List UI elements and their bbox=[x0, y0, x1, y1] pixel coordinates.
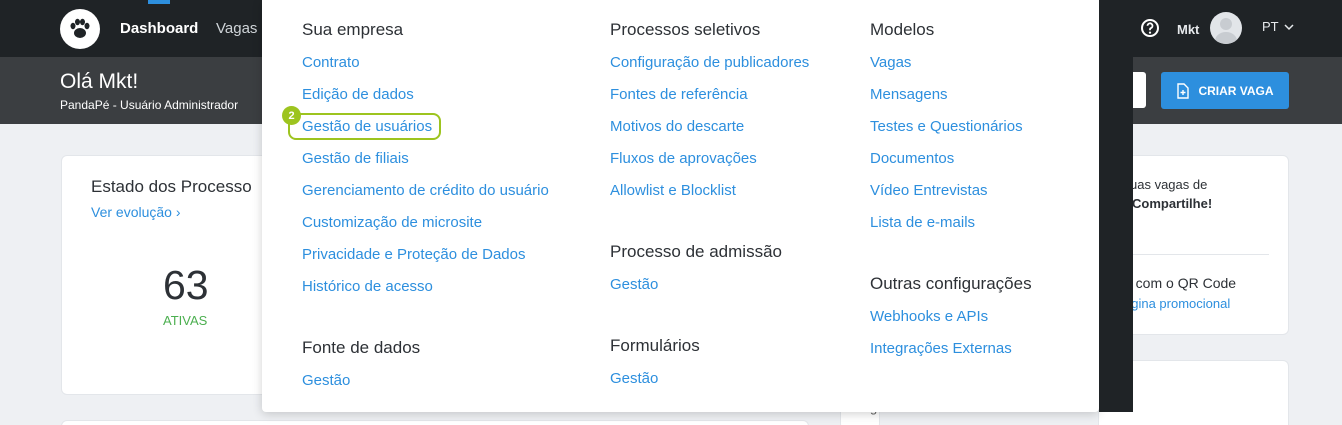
section-processos-seletivos: Processos seletivos bbox=[610, 20, 761, 39]
dropdown-side-strip bbox=[1099, 0, 1133, 412]
menu-documentos[interactable]: Documentos bbox=[870, 150, 954, 167]
stats-card-title: Estado dos Processo bbox=[91, 177, 252, 196]
promo-divider bbox=[1122, 254, 1269, 255]
menu-config-publicadores[interactable]: Configuração de publicadores bbox=[610, 54, 809, 71]
menu-modelos-vagas[interactable]: Vagas bbox=[870, 54, 911, 71]
menu-webhooks-apis[interactable]: Webhooks e APIs bbox=[870, 308, 988, 325]
help-button[interactable] bbox=[1140, 18, 1160, 38]
pandape-logo[interactable] bbox=[60, 9, 100, 49]
user-avatar[interactable] bbox=[1210, 12, 1242, 44]
promo-text-line1: uas vagas de bbox=[1130, 177, 1208, 192]
menu-lista-emails[interactable]: Lista de e-mails bbox=[870, 214, 975, 231]
chevron-down-icon bbox=[1284, 24, 1294, 31]
menu-fonte-dados-gestao[interactable]: Gestão bbox=[302, 372, 350, 389]
create-job-button[interactable]: CRIAR VAGA bbox=[1161, 72, 1289, 109]
language-selector[interactable]: PT bbox=[1262, 19, 1294, 34]
menu-privacidade[interactable]: Privacidade e Proteção de Dados bbox=[302, 246, 525, 263]
menu-fontes-referencia[interactable]: Fontes de referência bbox=[610, 86, 748, 103]
user-name[interactable]: Mkt bbox=[1177, 22, 1199, 37]
menu-gerenciamento-credito[interactable]: Gerenciamento de crédito do usuário bbox=[302, 182, 549, 199]
promo-text-line3: e com o QR Code bbox=[1124, 275, 1237, 291]
menu-fluxos-aprovacoes[interactable]: Fluxos de aprovações bbox=[610, 150, 757, 167]
language-label: PT bbox=[1262, 19, 1279, 34]
view-evolution-link[interactable]: Ver evolução › bbox=[91, 204, 181, 220]
section-formularios: Formulários bbox=[610, 336, 700, 355]
section-sua-empresa: Sua empresa bbox=[302, 20, 404, 39]
section-fonte-dados: Fonte de dados bbox=[302, 338, 421, 357]
help-icon bbox=[1141, 19, 1159, 37]
menu-historico-acesso[interactable]: Histórico de acesso bbox=[302, 278, 433, 295]
avatar-head bbox=[1220, 18, 1232, 30]
section-outras-configuracoes: Outras configurações bbox=[870, 274, 1032, 293]
menu-admissao-gestao[interactable]: Gestão bbox=[610, 276, 658, 293]
menu-gestao-usuarios[interactable]: Gestão de usuários bbox=[302, 118, 432, 135]
active-jobs-count: 63 bbox=[163, 262, 209, 308]
user-role-subtitle: PandaPé - Usuário Administrador bbox=[60, 98, 239, 112]
menu-allowlist-blocklist[interactable]: Allowlist e Blocklist bbox=[610, 182, 736, 199]
section-processo-admissao: Processo de admissão bbox=[610, 242, 782, 261]
menu-gestao-filiais[interactable]: Gestão de filiais bbox=[302, 150, 409, 167]
menu-edicao-dados[interactable]: Edição de dados bbox=[302, 86, 414, 103]
promo-text-line2: Compartilhe! bbox=[1132, 196, 1213, 211]
menu-customizacao-microsite[interactable]: Customização de microsite bbox=[302, 214, 482, 231]
section-modelos: Modelos bbox=[870, 20, 935, 39]
menu-mensagens[interactable]: Mensagens bbox=[870, 86, 948, 103]
paw-icon bbox=[70, 18, 90, 38]
active-tab-indicator bbox=[148, 0, 170, 4]
menu-formularios-gestao[interactable]: Gestão bbox=[610, 370, 658, 387]
menu-integracoes-externas[interactable]: Integrações Externas bbox=[870, 340, 1012, 357]
menu-testes-questionarios[interactable]: Testes e Questionários bbox=[870, 118, 1023, 135]
menu-motivos-descarte[interactable]: Motivos do descarte bbox=[610, 118, 744, 135]
menu-video-entrevistas[interactable]: Vídeo Entrevistas bbox=[870, 182, 988, 199]
greeting-title: Olá Mkt! bbox=[60, 70, 139, 93]
menu-contrato[interactable]: Contrato bbox=[302, 54, 360, 71]
create-job-label: CRIAR VAGA bbox=[1198, 83, 1274, 98]
add-document-icon bbox=[1177, 82, 1190, 99]
promo-page-link[interactable]: ágina promocional bbox=[1124, 296, 1230, 311]
active-jobs-label: ATIVAS bbox=[163, 313, 208, 328]
nav-dashboard[interactable]: Dashboard bbox=[120, 20, 198, 37]
avatar-body bbox=[1215, 32, 1237, 44]
step-badge-2: 2 bbox=[282, 106, 301, 125]
bottom-card bbox=[61, 420, 809, 425]
nav-vagas[interactable]: Vagas bbox=[216, 20, 257, 37]
